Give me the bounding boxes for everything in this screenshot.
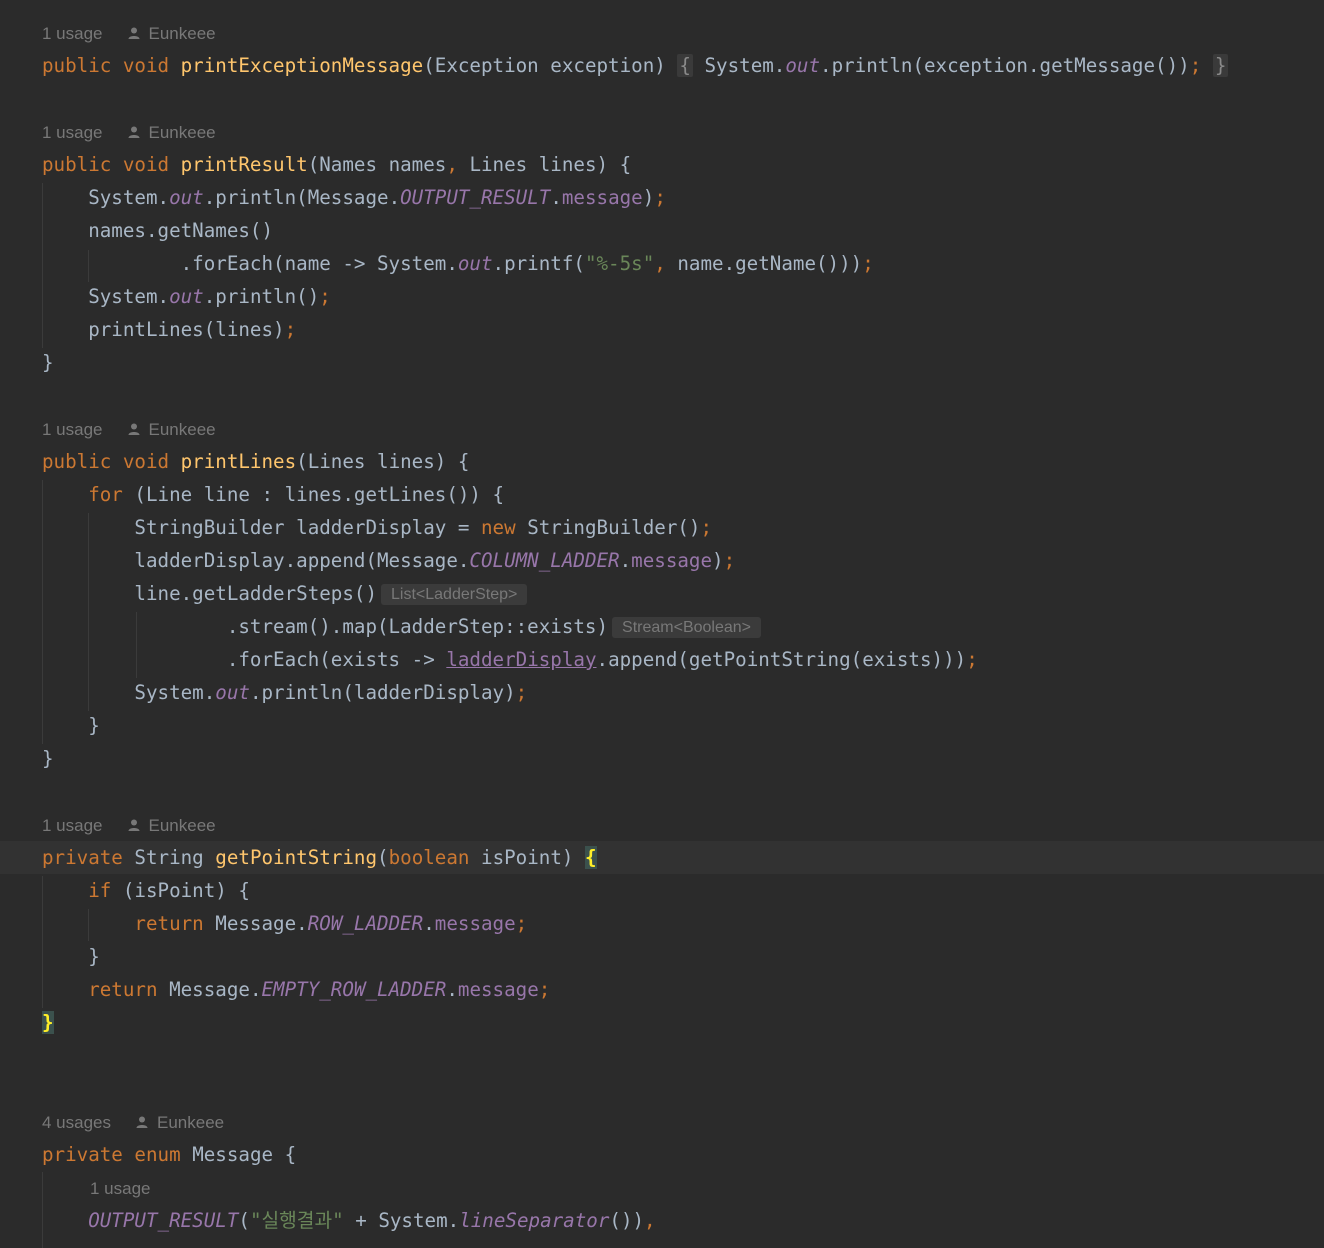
- person-icon: [128, 423, 139, 435]
- current-code-line[interactable]: private String getPointString(boolean is…: [0, 841, 1324, 874]
- code-line[interactable]: for (Line line : lines.getLines()) {: [0, 478, 1324, 511]
- matched-brace: }: [42, 1011, 54, 1034]
- code-line[interactable]: }: [0, 742, 1324, 775]
- code-line[interactable]: ladderDisplay.append(Message.COLUMN_LADD…: [0, 544, 1324, 577]
- code-line[interactable]: .forEach(exists -> ladderDisplay.append(…: [0, 643, 1324, 676]
- type-hint: List<LadderStep>: [381, 584, 528, 605]
- usage-count[interactable]: 1 usage: [42, 24, 103, 43]
- code-line[interactable]: .stream().map(LadderStep::exists) Stream<…: [0, 610, 1324, 643]
- type-hint: Stream<Boolean>: [612, 617, 762, 638]
- code-vision-hint[interactable]: 1 usage Eunkeee: [0, 809, 1324, 842]
- code-line[interactable]: }: [0, 709, 1324, 742]
- code-line[interactable]: StringBuilder ladderDisplay = new String…: [0, 511, 1324, 544]
- code-line[interactable]: private enum Message {: [0, 1138, 1324, 1171]
- code-line[interactable]: public void printLines(Lines lines) {: [0, 445, 1324, 478]
- code-line[interactable]: System.out.println(Message.OUTPUT_RESULT…: [0, 181, 1324, 214]
- code-line[interactable]: System.out.println(ladderDisplay);: [0, 676, 1324, 709]
- code-line[interactable]: }: [0, 346, 1324, 379]
- usage-count[interactable]: 1 usage: [42, 816, 103, 835]
- code-line[interactable]: }: [0, 940, 1324, 973]
- author-name[interactable]: Eunkeee: [157, 1113, 224, 1132]
- code-line[interactable]: return Message.ROW_LADDER.message;: [0, 907, 1324, 940]
- person-icon: [128, 126, 139, 138]
- code-vision-hint[interactable]: 1 usage Eunkeee: [0, 116, 1324, 149]
- author-name[interactable]: Eunkeee: [149, 24, 216, 43]
- usage-count[interactable]: 1 usage: [42, 420, 103, 439]
- author-name[interactable]: Eunkeee: [149, 420, 216, 439]
- code-line[interactable]: System.out.println();: [0, 280, 1324, 313]
- code-line[interactable]: public void printResult(Names names, Lin…: [0, 148, 1324, 181]
- code-vision-hint[interactable]: 1 usage Eunkeee: [0, 413, 1324, 446]
- person-icon: [128, 27, 139, 39]
- usage-count[interactable]: 1 usage: [90, 1179, 151, 1198]
- usage-count[interactable]: 1 usage: [42, 123, 103, 142]
- code-vision-hint[interactable]: 1 usage Eunkeee: [0, 17, 1324, 50]
- fold-region[interactable]: }: [1212, 54, 1229, 77]
- code-vision-hint[interactable]: 4 usages Eunkeee: [0, 1106, 1324, 1139]
- code-editor[interactable]: 1 usage Eunkeee public void printExceptio…: [0, 0, 1324, 1248]
- person-icon: [136, 1116, 148, 1128]
- code-line[interactable]: line.getLadderSteps() List<LadderStep>: [0, 577, 1324, 610]
- code-vision-hint[interactable]: 1 usage: [0, 1172, 1324, 1205]
- matched-brace: {: [584, 846, 597, 869]
- code-line[interactable]: }: [0, 1006, 1324, 1039]
- author-name[interactable]: Eunkeee: [149, 816, 216, 835]
- fold-region[interactable]: {: [677, 54, 693, 77]
- code-line[interactable]: public void printExceptionMessage(Except…: [0, 49, 1324, 82]
- code-line[interactable]: return Message.EMPTY_ROW_LADDER.message;: [0, 973, 1324, 1006]
- code-line[interactable]: .forEach(name -> System.out.printf("%-5s…: [0, 247, 1324, 280]
- code-line[interactable]: if (isPoint) {: [0, 874, 1324, 907]
- code-line[interactable]: printLines(lines);: [0, 313, 1324, 346]
- code-line[interactable]: OUTPUT_RESULT("실행결과" + System.lineSepara…: [0, 1204, 1324, 1237]
- person-icon: [128, 819, 139, 831]
- code-line[interactable]: names.getNames(): [0, 214, 1324, 247]
- usage-count[interactable]: 4 usages: [42, 1113, 111, 1132]
- author-name[interactable]: Eunkeee: [149, 123, 216, 142]
